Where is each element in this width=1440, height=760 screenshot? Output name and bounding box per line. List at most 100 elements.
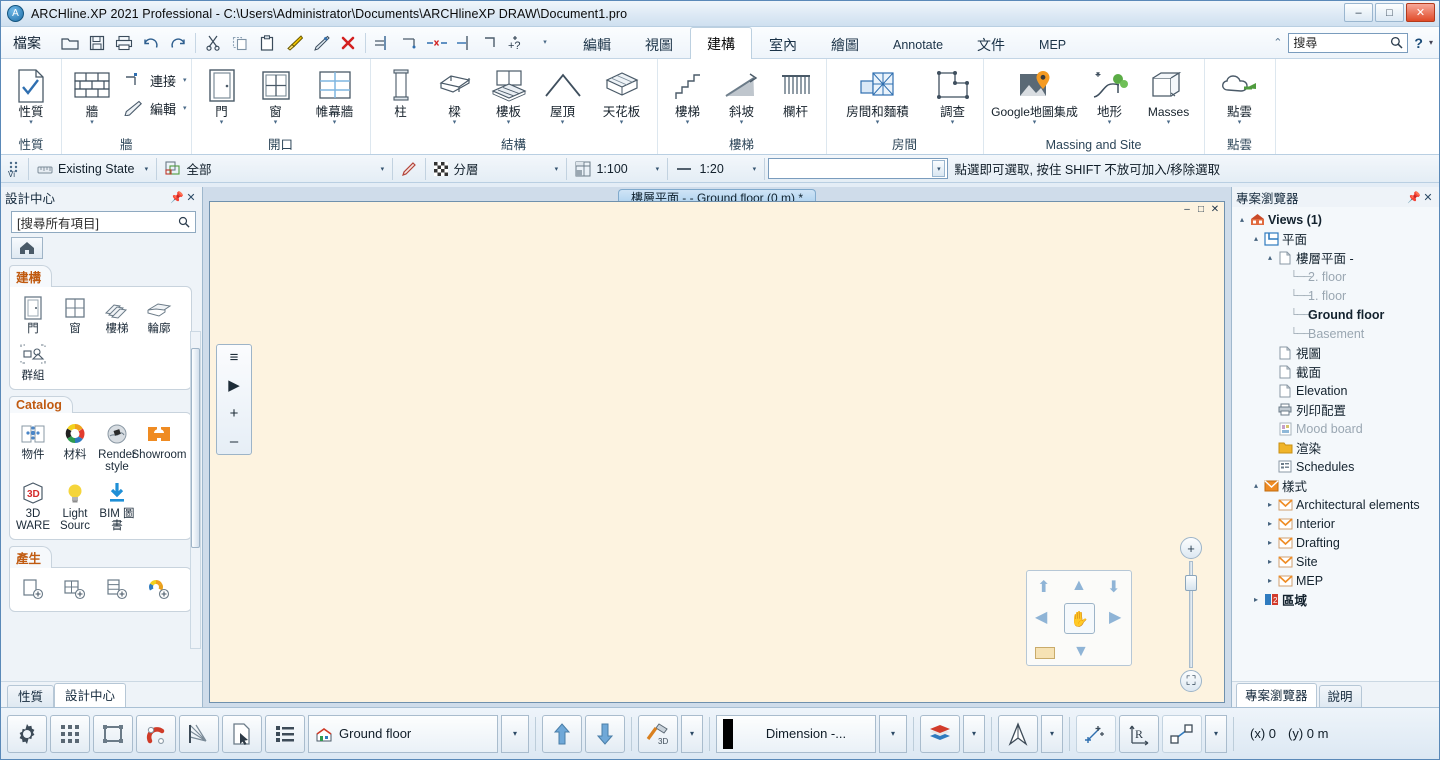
section-title-catalog[interactable]: Catalog: [9, 396, 73, 413]
print-icon[interactable]: [111, 30, 137, 56]
divide-icon[interactable]: [451, 30, 477, 56]
chevron-down-icon[interactable]: ▾: [876, 119, 880, 127]
dc-item-bim-library[interactable]: BIM 圖書: [96, 476, 138, 535]
chevron-down-icon[interactable]: ▾: [29, 119, 33, 127]
build-3d-dropdown-button[interactable]: ▾: [681, 714, 703, 753]
extra-combo-input[interactable]: ▾: [768, 158, 949, 179]
room-area-button[interactable]: 房間和麵積 ▾: [831, 64, 925, 127]
tree-item[interactable]: ▸ Drafting: [1236, 533, 1439, 552]
north-arrow-button[interactable]: [998, 714, 1038, 753]
dc-item-profile[interactable]: 輪廓: [138, 291, 180, 338]
tab-help[interactable]: 說明: [1318, 685, 1362, 707]
chevron-down-icon[interactable]: ▾: [180, 76, 187, 84]
qat-more-icon[interactable]: ▾: [532, 30, 558, 56]
door-button[interactable]: 門 ▾: [196, 64, 248, 127]
pen-icon[interactable]: [308, 30, 334, 56]
dc-item-render-style[interactable]: Render style: [96, 417, 138, 476]
pan-hand-icon[interactable]: ✋: [1064, 603, 1095, 634]
maximize-button[interactable]: □: [1375, 3, 1404, 22]
beam-button[interactable]: 樑 ▾: [429, 64, 481, 127]
build-3d-button[interactable]: 3D: [638, 714, 678, 753]
select-page-button[interactable]: [222, 714, 262, 753]
state-dropdown-icon[interactable]: ▾: [139, 159, 153, 179]
floor-down-button[interactable]: [585, 714, 625, 753]
chevron-down-icon[interactable]: ▾: [507, 119, 511, 127]
home-button[interactable]: [11, 237, 43, 259]
expander-closed-icon[interactable]: ▸: [1264, 538, 1276, 547]
railing-button[interactable]: 欄杆: [770, 64, 822, 119]
curtain-wall-button[interactable]: 帷幕牆 ▾: [304, 64, 366, 127]
close-icon[interactable]: ✕: [1421, 191, 1435, 204]
tree-item[interactable]: ▴ 平面: [1236, 229, 1439, 248]
dc-item-material[interactable]: 材料: [54, 417, 96, 476]
dc-item-group[interactable]: 群組: [12, 338, 54, 385]
expander-closed-icon[interactable]: ▸: [1250, 595, 1262, 604]
tab-drafting[interactable]: 繪圖: [814, 29, 876, 59]
ceiling-button[interactable]: 天花板 ▾: [591, 64, 653, 127]
tab-build[interactable]: 建構: [690, 26, 752, 59]
layer-dropdown-icon[interactable]: ▾: [549, 159, 563, 179]
dc-item-new-door[interactable]: [12, 572, 54, 607]
corner-icon[interactable]: [478, 30, 504, 56]
relative-coordinate-button[interactable]: R: [1119, 714, 1159, 753]
dc-item-new-object[interactable]: [96, 572, 138, 607]
dc-item-showroom[interactable]: Showroom: [132, 417, 186, 476]
chevron-down-icon[interactable]: ▾: [180, 104, 187, 112]
expander-open-icon[interactable]: ▴: [1264, 253, 1276, 262]
dimension-selector[interactable]: Dimension -...: [716, 714, 876, 753]
chevron-down-icon[interactable]: ▾: [740, 119, 744, 127]
redo-icon[interactable]: [165, 30, 191, 56]
arrow-up-left-icon[interactable]: ⬆: [1037, 577, 1050, 597]
extend-icon[interactable]: [397, 30, 423, 56]
tree-item[interactable]: ▴ 樓層平面 -: [1236, 248, 1439, 267]
expander-closed-icon[interactable]: ▸: [1264, 557, 1276, 566]
pin-icon[interactable]: 📌: [170, 191, 184, 204]
wall-connect-button[interactable]: 連接 ▾: [120, 67, 187, 93]
chevron-down-icon[interactable]: ▾: [1167, 119, 1171, 127]
section-title-create[interactable]: 產生: [9, 546, 53, 568]
plan-scale-dropdown-icon[interactable]: ▾: [650, 159, 664, 179]
floor-up-button[interactable]: [542, 714, 582, 753]
zoom-fit-icon[interactable]: ⛶: [1180, 670, 1202, 692]
close-button[interactable]: ✕: [1406, 3, 1435, 22]
minimize-button[interactable]: –: [1344, 3, 1373, 22]
google-maps-button[interactable]: Google地圖集成 ▾: [988, 64, 1082, 127]
snap-point-button[interactable]: [1076, 714, 1116, 753]
terrain-button[interactable]: 地形 ▾: [1084, 64, 1136, 127]
tree-item[interactable]: ▸ Interior: [1236, 514, 1439, 533]
dc-item-new-window[interactable]: [54, 572, 96, 607]
scope-dropdown-icon[interactable]: ▾: [375, 159, 389, 179]
open-icon[interactable]: [57, 30, 83, 56]
chevron-down-icon[interactable]: ▾: [333, 119, 337, 127]
extent-swatch-icon[interactable]: [1035, 647, 1055, 659]
chevron-down-icon[interactable]: ▾: [1033, 119, 1037, 127]
wall-button[interactable]: 牆 ▾: [66, 64, 118, 127]
tab-annotate[interactable]: Annotate: [876, 29, 960, 59]
add-tool-icon[interactable]: +: [230, 406, 239, 421]
zoom-thumb[interactable]: [1185, 575, 1197, 591]
dimension-dropdown-button[interactable]: ▾: [879, 714, 907, 753]
play-tool-icon[interactable]: ▶: [228, 378, 240, 393]
tree-item[interactable]: 截面: [1236, 362, 1439, 381]
tab-properties[interactable]: 性質: [7, 685, 55, 707]
slab-button[interactable]: 樓板 ▾: [483, 64, 535, 127]
delete-icon[interactable]: [335, 30, 361, 56]
state-selector[interactable]: Existing State: [32, 158, 139, 180]
tree-item[interactable]: ▸ 2 區域: [1236, 590, 1439, 609]
tree-item[interactable]: └── Ground floor: [1236, 305, 1439, 324]
column-button[interactable]: 柱: [375, 64, 427, 119]
zoom-slider[interactable]: + ⛶: [1180, 537, 1202, 692]
masses-button[interactable]: Masses ▾: [1138, 64, 1200, 127]
tab-mep[interactable]: MEP: [1022, 29, 1083, 59]
pin-icon[interactable]: 📌: [1407, 191, 1421, 204]
dc-item-3d-warehouse[interactable]: 3D 3D WARE: [12, 476, 54, 535]
chevron-down-icon[interactable]: ▾: [686, 119, 690, 127]
dc-item-object[interactable]: 物件: [12, 417, 54, 476]
bounding-box-button[interactable]: [93, 714, 133, 753]
tab-interior[interactable]: 室內: [752, 29, 814, 59]
break-icon[interactable]: [424, 30, 450, 56]
detail-scale-dropdown-icon[interactable]: ▾: [747, 159, 761, 179]
tree-item[interactable]: Elevation: [1236, 381, 1439, 400]
design-center-scrollbar[interactable]: [190, 331, 201, 649]
tree-item[interactable]: 渲染: [1236, 438, 1439, 457]
